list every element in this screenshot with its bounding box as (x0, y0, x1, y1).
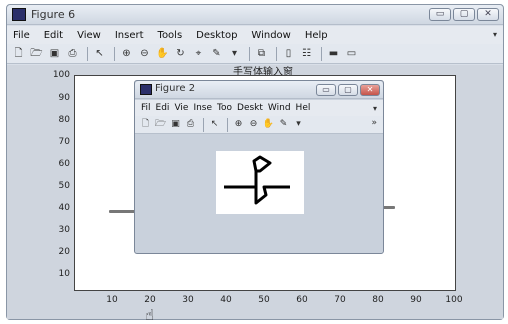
zoom-out-icon[interactable]: ⊖ (137, 47, 152, 61)
figure2-close-button[interactable]: ✕ (360, 84, 380, 96)
x-tick-label: 40 (220, 295, 232, 305)
toolbar-overflow-icon[interactable]: » (371, 118, 377, 128)
figure2-minimize-button[interactable]: ▭ (316, 84, 336, 96)
maximize-button[interactable]: ▢ (453, 8, 475, 21)
rotate-icon[interactable]: ↻ (173, 47, 188, 61)
y-tick-label: 10 (58, 269, 70, 279)
save-icon[interactable]: ▣ (47, 47, 62, 61)
pointer-icon[interactable]: ↖ (208, 118, 221, 131)
print-icon[interactable]: ⎙ (65, 47, 80, 61)
figure2-menu-edit[interactable]: Edi (156, 103, 170, 113)
close-button[interactable]: ✕ (477, 8, 499, 21)
y-tick-label: 30 (58, 225, 70, 235)
show-plot-tools-icon[interactable]: ▭ (344, 47, 359, 61)
colorbar-icon[interactable]: ▯ (281, 47, 296, 61)
menu-insert[interactable]: Insert (115, 30, 144, 41)
zoom-in-icon[interactable]: ⊕ (232, 118, 245, 131)
figure2-menu-bar: Fil Edi Vie Inse Too Deskt Wind Hel ▾ (135, 100, 383, 116)
x-tick-label: 100 (445, 295, 463, 305)
y-tick-label: 100 (52, 70, 70, 80)
window-title: Figure 6 (31, 8, 76, 21)
y-tick-label: 60 (58, 159, 70, 169)
matlab-logo-icon (12, 8, 26, 21)
pointer-icon[interactable]: ↖ (92, 47, 107, 61)
zoom-in-icon[interactable]: ⊕ (119, 47, 134, 61)
zoom-out-icon[interactable]: ⊖ (247, 118, 260, 131)
toolbar-separator (227, 117, 228, 132)
figure2-menu-view[interactable]: Vie (174, 103, 188, 113)
figure2-window: Figure 2 ▭ ▢ ✕ Fil Edi Vie Inse Too Desk… (134, 80, 384, 254)
figure2-menu-help[interactable]: Hel (296, 103, 311, 113)
y-tick-label: 80 (58, 115, 70, 125)
y-tick-label: 40 (58, 203, 70, 213)
x-tick-label: 70 (334, 295, 346, 305)
menu-desktop[interactable]: Desktop (196, 30, 237, 41)
x-tick-label: 90 (410, 295, 422, 305)
open-icon[interactable]: 🗁 (154, 118, 167, 131)
menu-overflow-icon[interactable]: ▾ (493, 30, 497, 39)
figure2-toolbar: 🗋 🗁 ▣ ⎙ ↖ ⊕ ⊖ ✋ ✎ ▾ » (135, 116, 383, 134)
hide-plot-tools-icon[interactable]: ▬ (326, 47, 341, 61)
toolbar-separator (276, 46, 277, 61)
legend-icon[interactable]: ☷ (299, 47, 314, 61)
y-tick-label: 90 (58, 93, 70, 103)
toolbar: 🗋 🗁 ▣ ⎙ ↖ ⊕ ⊖ ✋ ↻ ⌖ ✎ ▾ ⧉ ▯ ☷ ▬ ▭ (7, 44, 503, 64)
brush-icon[interactable]: ✎ (209, 47, 224, 61)
y-tick-label: 50 (58, 181, 70, 191)
menu-edit[interactable]: Edit (44, 30, 63, 41)
new-icon[interactable]: 🗋 (11, 47, 26, 61)
figure2-menu-file[interactable]: Fil (141, 103, 151, 113)
y-tick-label: 20 (58, 247, 70, 257)
link-icon[interactable]: ⧉ (254, 47, 269, 61)
brush-dropdown-icon[interactable]: ▾ (292, 118, 305, 131)
menu-window[interactable]: Window (251, 30, 290, 41)
print-icon[interactable]: ⎙ (184, 118, 197, 131)
brush-dropdown-icon[interactable]: ▾ (227, 47, 242, 61)
menu-bar: File Edit View Insert Tools Desktop Wind… (7, 26, 503, 44)
menu-file[interactable]: File (13, 30, 30, 41)
x-tick-label: 20 (144, 295, 156, 305)
x-tick-label: 60 (296, 295, 308, 305)
menu-tools[interactable]: Tools (158, 30, 183, 41)
save-icon[interactable]: ▣ (169, 118, 182, 131)
new-icon[interactable]: 🗋 (139, 118, 152, 131)
pan-icon[interactable]: ✋ (262, 118, 275, 131)
title-bar[interactable]: Figure 6 ▭ ▢ ✕ (7, 5, 503, 25)
figure2-menu-overflow-icon[interactable]: ▾ (373, 104, 377, 113)
figure2-maximize-button[interactable]: ▢ (338, 84, 358, 96)
datacursor-icon[interactable]: ⌖ (191, 47, 206, 61)
y-tick-label: 70 (58, 137, 70, 147)
toolbar-separator (114, 46, 115, 61)
x-tick-label: 10 (106, 295, 118, 305)
brush-icon[interactable]: ✎ (277, 118, 290, 131)
figure2-menu-desktop[interactable]: Deskt (237, 103, 263, 113)
menu-help[interactable]: Help (305, 30, 328, 41)
pan-icon[interactable]: ✋ (155, 47, 170, 61)
open-icon[interactable]: 🗁 (29, 47, 44, 61)
x-tick-label: 30 (182, 295, 194, 305)
minimize-button[interactable]: ▭ (429, 8, 451, 21)
toolbar-separator (321, 46, 322, 61)
figure2-title: Figure 2 (155, 83, 196, 94)
handwritten-glyph (224, 155, 290, 205)
figure2-menu-insert[interactable]: Inse (193, 103, 212, 113)
menu-view[interactable]: View (77, 30, 101, 41)
toolbar-separator (249, 46, 250, 61)
figure2-menu-window[interactable]: Wind (268, 103, 291, 113)
figure2-title-bar[interactable]: Figure 2 ▭ ▢ ✕ (135, 81, 383, 99)
figure2-menu-tools[interactable]: Too (217, 103, 232, 113)
matlab-logo-icon (140, 84, 152, 95)
toolbar-separator (203, 117, 204, 132)
x-tick-label: 50 (258, 295, 270, 305)
handwritten-glyph-canvas (216, 151, 304, 214)
x-tick-label: 80 (372, 295, 384, 305)
toolbar-separator (87, 46, 88, 61)
hand-cursor-icon: ☝ (145, 306, 155, 324)
